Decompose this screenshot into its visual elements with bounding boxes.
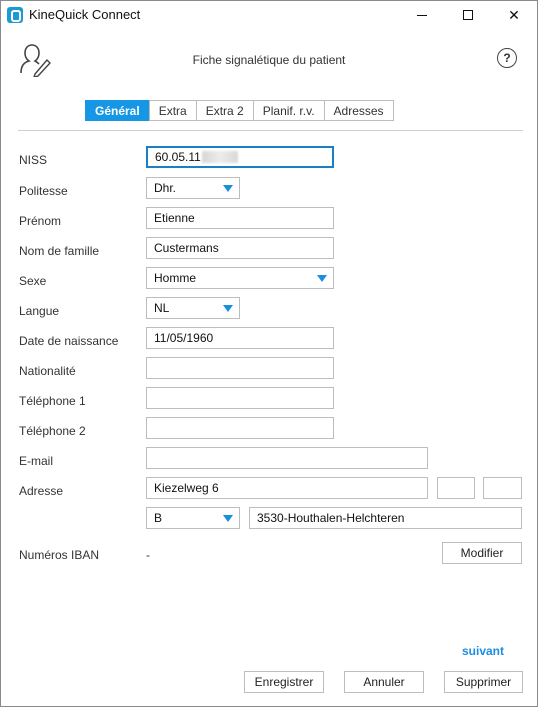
politesse-select[interactable]: Dhr. — [146, 177, 240, 199]
birthdate-field[interactable]: 11/05/1960 — [146, 327, 334, 349]
email-label: E-mail — [19, 454, 54, 468]
street-field[interactable]: Kiezelweg 6 — [146, 477, 428, 499]
next-link[interactable]: suivant — [462, 644, 504, 658]
niss-label: NISS — [19, 153, 48, 167]
chevron-down-icon — [223, 515, 233, 522]
sexe-select[interactable]: Homme — [146, 267, 334, 289]
iban-value: - — [146, 548, 150, 562]
nom-label: Nom de famille — [19, 244, 100, 258]
sexe-value: Homme — [154, 271, 197, 285]
divider — [18, 130, 523, 131]
niss-field[interactable]: 60.05.11 — [146, 146, 334, 168]
tab-general[interactable]: Général — [85, 100, 150, 121]
langue-value: NL — [154, 301, 170, 315]
prenom-label: Prénom — [19, 214, 62, 228]
tel1-label: Téléphone 1 — [19, 394, 86, 408]
email-field[interactable] — [146, 447, 428, 469]
help-icon[interactable]: ? — [497, 48, 517, 68]
tab-extra[interactable]: Extra — [148, 100, 197, 121]
app-icon — [7, 7, 23, 23]
title-bar: KineQuick Connect ✕ — [1, 1, 537, 29]
chevron-down-icon — [223, 185, 233, 192]
birthdate-value: 11/05/1960 — [154, 331, 214, 345]
page-title: Fiche signalétique du patient — [192, 53, 346, 67]
house-number-field[interactable] — [437, 477, 475, 499]
country-value: B — [154, 511, 163, 525]
tel2-label: Téléphone 2 — [19, 424, 86, 438]
city-value: 3530-Houthalen-Helchteren — [257, 511, 405, 525]
street-value: Kiezelweg 6 — [154, 481, 219, 495]
city-field[interactable]: 3530-Houthalen-Helchteren — [249, 507, 522, 529]
maximize-icon — [463, 10, 473, 20]
tab-bar: Général Extra Extra 2 Planif. r.v. Adres… — [85, 100, 394, 121]
app-window: KineQuick Connect ✕ Fiche signalétique d… — [0, 0, 538, 707]
minimize-button[interactable] — [399, 1, 445, 29]
redacted-digits — [201, 151, 238, 163]
maximize-button[interactable] — [445, 1, 491, 29]
politesse-label: Politesse — [19, 184, 68, 198]
chevron-down-icon — [317, 275, 327, 282]
nationalite-label: Nationalité — [19, 364, 76, 378]
tab-adresses[interactable]: Adresses — [323, 100, 394, 121]
adresse-label: Adresse — [19, 484, 64, 498]
close-button[interactable]: ✕ — [491, 1, 537, 29]
window-title: KineQuick Connect — [29, 7, 141, 22]
close-icon: ✕ — [508, 6, 520, 23]
iban-label: Numéros IBAN — [19, 548, 100, 562]
politesse-value: Dhr. — [154, 181, 177, 195]
modifier-button[interactable]: Modifier — [442, 542, 522, 564]
box-number-field[interactable] — [483, 477, 522, 499]
tab-extra-2[interactable]: Extra 2 — [195, 100, 254, 121]
minimize-icon — [417, 14, 427, 16]
nom-field[interactable]: Custermans — [146, 237, 334, 259]
tel2-field[interactable] — [146, 417, 334, 439]
save-button[interactable]: Enregistrer — [244, 671, 324, 693]
tab-planif-rv[interactable]: Planif. r.v. — [252, 100, 325, 121]
delete-button[interactable]: Supprimer — [444, 671, 523, 693]
langue-select[interactable]: NL — [146, 297, 240, 319]
nationalite-field[interactable] — [146, 357, 334, 379]
niss-value: 60.05.11 — [155, 150, 201, 164]
prenom-value: Etienne — [154, 211, 195, 225]
country-select[interactable]: B — [146, 507, 240, 529]
nom-value: Custermans — [154, 241, 219, 255]
langue-label: Langue — [19, 304, 60, 318]
chevron-down-icon — [223, 305, 233, 312]
tel1-field[interactable] — [146, 387, 334, 409]
cancel-button[interactable]: Annuler — [344, 671, 424, 693]
sexe-label: Sexe — [19, 274, 47, 288]
prenom-field[interactable]: Etienne — [146, 207, 334, 229]
naissance-label: Date de naissance — [19, 334, 119, 348]
